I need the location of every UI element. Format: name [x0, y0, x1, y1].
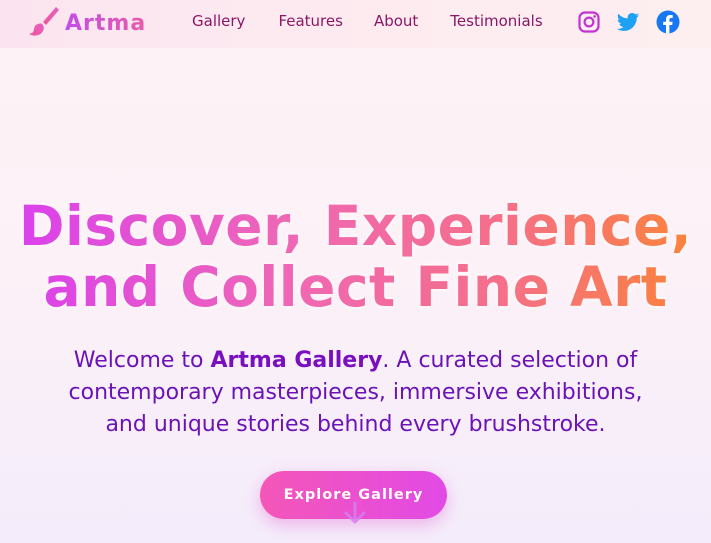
nav-link-features[interactable]: Features — [278, 12, 343, 30]
twitter-icon[interactable] — [616, 10, 640, 34]
hero-title-line-2: and Collect Fine Art — [43, 255, 668, 319]
instagram-icon[interactable] — [577, 10, 601, 34]
hero-title-line-1: Discover, Experience, — [18, 194, 693, 258]
subtitle-intro: Welcome to — [73, 348, 211, 373]
paintbrush-icon — [26, 4, 60, 42]
nav-link-testimonials[interactable]: Testimonials — [450, 12, 542, 30]
subtitle-line-3: and unique stories behind every brushstr… — [105, 412, 606, 437]
brand-logo[interactable]: Artma — [26, 6, 146, 40]
nav-link-about[interactable]: About — [374, 12, 418, 30]
subtitle-line-1-rest: . A curated selection of — [382, 348, 638, 373]
brand-name: Artma — [65, 10, 147, 36]
navbar: Artma Gallery Features About Testimonial… — [0, 0, 711, 48]
subtitle-line-2: contemporary masterpieces, immersive exh… — [68, 380, 643, 405]
main-nav: Gallery Features About Testimonials — [192, 12, 543, 30]
hero-title: Discover, Experience, and Collect Fine A… — [0, 196, 711, 318]
hero-subtitle: Welcome to Artma Gallery. A curated sele… — [0, 345, 711, 441]
subtitle-brand: Artma Gallery — [210, 348, 383, 373]
nav-link-gallery[interactable]: Gallery — [192, 12, 245, 30]
social-links — [577, 10, 680, 34]
arrow-down-icon — [341, 500, 369, 526]
facebook-icon[interactable] — [656, 10, 680, 34]
